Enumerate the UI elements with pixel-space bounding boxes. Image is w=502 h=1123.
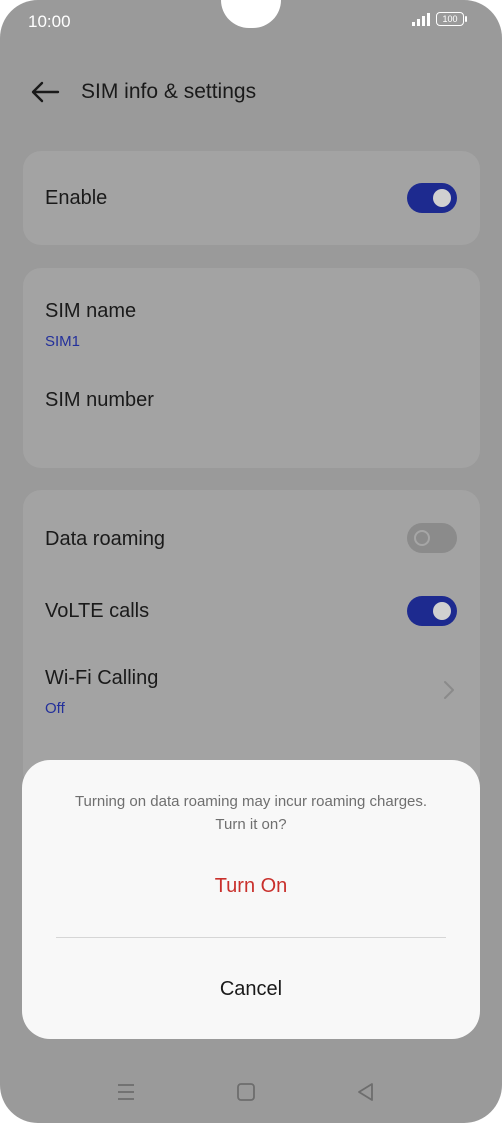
enable-toggle[interactable] — [407, 183, 457, 213]
app-header: SIM info & settings — [0, 70, 502, 118]
sim-number-label: SIM number — [45, 389, 154, 411]
signal-icon — [412, 12, 430, 26]
page-title: SIM info & settings — [81, 80, 257, 103]
back-triangle-icon[interactable] — [354, 1080, 378, 1104]
dialog-divider — [56, 937, 446, 938]
roaming-confirm-dialog: Turning on data roaming may incur roamin… — [22, 760, 480, 1039]
back-arrow-icon[interactable] — [30, 80, 60, 104]
sim-name-label: SIM name — [45, 300, 137, 322]
wifi-calling-value: Off — [45, 700, 65, 717]
sim-info-card: SIM name SIM1 SIM number — [23, 268, 480, 468]
enable-label: Enable — [45, 187, 108, 209]
toggle-knob — [433, 189, 451, 207]
enable-card: Enable — [23, 151, 480, 245]
volte-label: VoLTE calls — [45, 600, 150, 622]
home-square-icon[interactable] — [234, 1080, 258, 1104]
data-roaming-toggle[interactable] — [407, 523, 457, 553]
toggle-knob — [414, 530, 430, 546]
battery-level: 100 — [442, 14, 458, 24]
toggle-knob — [433, 602, 451, 620]
battery-icon: 100 — [436, 12, 467, 26]
network-card: Data roaming VoLTE calls Wi-Fi Calling O… — [23, 490, 480, 790]
phone-frame: 10:00 100 SIM info & settings Enable SIM… — [0, 0, 502, 1123]
screen-dimmed-background: 10:00 100 SIM info & settings Enable SIM… — [0, 0, 502, 1123]
recents-menu-icon[interactable] — [114, 1080, 138, 1104]
turn-on-button[interactable]: Turn On — [22, 875, 480, 898]
wifi-calling-label: Wi-Fi Calling — [45, 667, 159, 689]
dialog-message: Turning on data roaming may incur roamin… — [74, 793, 428, 833]
cancel-button[interactable]: Cancel — [22, 978, 480, 1001]
sim-name-value: SIM1 — [45, 333, 81, 350]
data-roaming-label: Data roaming — [45, 528, 166, 550]
navigation-bar — [0, 1068, 502, 1116]
chevron-right-icon — [444, 681, 454, 699]
volte-toggle[interactable] — [407, 596, 457, 626]
status-time: 10:00 — [28, 12, 71, 31]
status-icons: 100 — [412, 12, 467, 26]
